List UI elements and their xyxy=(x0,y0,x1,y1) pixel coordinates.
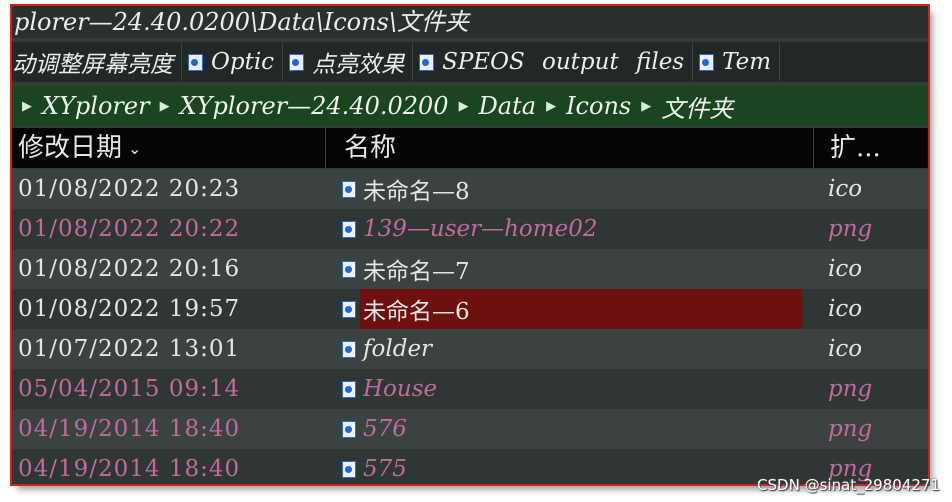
file-icon xyxy=(419,53,435,71)
file-date: 05/04/2015 09:14 xyxy=(18,376,241,402)
file-date: 01/08/2022 20:16 xyxy=(18,256,241,282)
chevron-down-icon: ⌄ xyxy=(128,139,142,158)
tab-optic[interactable]: Optic xyxy=(182,43,284,81)
file-icon xyxy=(289,53,305,71)
chevron-right-icon[interactable]: ▶ xyxy=(641,99,651,114)
file-extension: png xyxy=(828,376,873,402)
breadcrumb-item[interactable]: XYplorer—24.40.0200 xyxy=(180,92,449,120)
file-row[interactable]: 01/08/2022 20:16 未命名—7 ico xyxy=(12,249,928,289)
chevron-right-icon[interactable]: ▶ xyxy=(160,99,170,114)
file-extension: ico xyxy=(828,336,863,362)
file-name: folder xyxy=(363,336,433,362)
column-header-name[interactable]: 名称 xyxy=(326,128,814,168)
file-row-selected[interactable]: 01/08/2022 19:57 未命名—6 ico xyxy=(12,289,928,329)
tab-label: SPEOS output files xyxy=(442,49,685,75)
file-date: 01/08/2022 20:22 xyxy=(18,216,241,242)
breadcrumb-item[interactable]: Icons xyxy=(566,92,631,120)
window-title: plorer—24.40.0200\Data\Icons\文件夹 xyxy=(12,6,928,38)
tab-label: 点亮效果 xyxy=(312,52,405,78)
tab-label: 动调整屏幕亮度 xyxy=(12,52,173,78)
watermark: CSDN @sinat_29804271 xyxy=(757,476,940,494)
file-extension: png xyxy=(828,216,873,242)
file-date: 01/07/2022 13:01 xyxy=(18,336,241,362)
chevron-right-icon[interactable]: ▶ xyxy=(546,99,556,114)
chevron-right-icon[interactable]: ▶ xyxy=(459,99,469,114)
column-header-extension[interactable]: 扩... xyxy=(814,128,928,168)
file-icon xyxy=(342,260,356,278)
file-name: 未命名—7 xyxy=(363,259,470,285)
breadcrumb-item[interactable]: Data xyxy=(479,92,537,120)
tab-label: Optic xyxy=(211,49,275,75)
tab-lighting-effect[interactable]: 点亮效果 xyxy=(283,43,414,81)
file-name-cell: 139—user—home02 xyxy=(342,209,597,249)
column-header-date[interactable]: 修改日期 ⌄ xyxy=(12,128,326,168)
column-header-row: 修改日期 ⌄ 名称 扩... xyxy=(12,128,928,168)
file-name-cell: 未命名—8 xyxy=(342,169,470,209)
tab-brightness[interactable]: 动调整屏幕亮度 xyxy=(12,43,182,81)
file-name-cell: 未命名—6 xyxy=(342,289,470,329)
tab-label: Tem xyxy=(722,49,772,75)
file-row[interactable]: 01/08/2022 20:23 未命名—8 ico xyxy=(12,169,928,209)
file-icon xyxy=(699,53,715,71)
file-name-cell: House xyxy=(342,369,437,409)
file-name-cell: 576 xyxy=(342,409,407,449)
file-name: 未命名—8 xyxy=(363,179,470,205)
file-date: 04/19/2014 18:40 xyxy=(18,456,241,482)
file-manager-window: plorer—24.40.0200\Data\Icons\文件夹 动调整屏幕亮度… xyxy=(12,6,928,484)
file-icon xyxy=(342,340,356,358)
file-name-cell: 575 xyxy=(342,449,407,484)
breadcrumb-item[interactable]: 文件夹 xyxy=(661,89,733,124)
file-name: House xyxy=(363,376,438,402)
file-date: 04/19/2014 18:40 xyxy=(18,416,241,442)
file-extension: ico xyxy=(828,296,863,322)
file-date: 01/08/2022 19:57 xyxy=(18,296,241,322)
file-extension: png xyxy=(828,416,873,442)
breadcrumb: ▶ XYplorer ▶ XYplorer—24.40.0200 ▶ Data … xyxy=(12,86,928,126)
file-row[interactable]: 01/07/2022 13:01 folder ico xyxy=(12,329,928,369)
file-name-cell: folder xyxy=(342,329,432,369)
breadcrumb-item[interactable]: XYplorer xyxy=(42,92,150,120)
file-icon xyxy=(342,300,356,318)
file-name: 未命名—6 xyxy=(363,299,470,325)
chevron-right-icon[interactable]: ▶ xyxy=(22,99,32,114)
file-extension: ico xyxy=(828,256,863,282)
file-icon xyxy=(342,420,356,438)
file-icon xyxy=(342,380,356,398)
file-icon xyxy=(188,53,203,71)
file-name: 576 xyxy=(363,416,407,442)
tab-bar: 动调整屏幕亮度 Optic 点亮效果 SPEOS output files Te… xyxy=(12,42,928,82)
column-header-label: 修改日期 xyxy=(18,133,123,163)
tab-temp[interactable]: Tem xyxy=(693,43,781,81)
file-name: 575 xyxy=(363,456,407,482)
file-name-cell: 未命名—7 xyxy=(342,249,470,289)
column-header-label: 名称 xyxy=(344,133,397,163)
file-row[interactable]: 01/08/2022 20:22 139—user—home02 png xyxy=(12,209,928,249)
file-row[interactable]: 05/04/2015 09:14 House png xyxy=(12,369,928,409)
file-icon xyxy=(342,180,356,198)
file-icon xyxy=(342,460,356,478)
file-icon xyxy=(342,220,356,238)
column-header-label: 扩... xyxy=(830,133,881,163)
file-extension: ico xyxy=(828,176,863,202)
file-list: 01/08/2022 20:23 未命名—8 ico 01/08/2022 20… xyxy=(12,169,928,484)
file-name: 139—user—home02 xyxy=(363,216,598,242)
file-date: 01/08/2022 20:23 xyxy=(18,176,241,202)
file-row[interactable]: 04/19/2014 18:40 576 png xyxy=(12,409,928,449)
tab-speos-output[interactable]: SPEOS output files xyxy=(413,43,694,81)
